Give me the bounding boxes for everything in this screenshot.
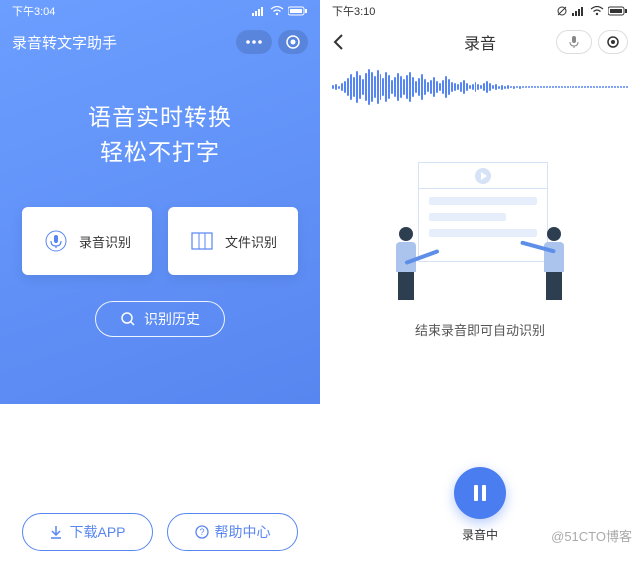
download-icon [49,525,63,539]
help-icon: ? [195,525,209,539]
wifi-icon [270,6,284,16]
pause-recording-button[interactable] [454,467,506,519]
history-button[interactable]: 识别历史 [95,301,225,337]
status-bar: 下午3:10 [320,0,640,22]
pause-icon [474,485,486,501]
watermark: @51CTO博客 [551,526,632,545]
hero-text: 语音实时转换 轻松不打字 [0,62,320,207]
person-left-icon [386,227,426,302]
audio-waveform [320,62,640,112]
status-bar: 下午3:04 [0,0,320,22]
status-time: 下午3:04 [12,3,55,19]
signal-icon [252,6,266,16]
app-header: 录音转文字助手 [0,22,320,62]
wifi-icon [590,6,604,16]
mic-header-button[interactable] [556,30,592,54]
hero-line-1: 语音实时转换 [0,100,320,135]
svg-text:?: ? [199,527,204,537]
search-icon [120,311,136,327]
hero-line-2: 轻松不打字 [0,135,320,170]
app-title: 录音转文字助手 [12,32,117,53]
download-app-button[interactable]: 下载APP [22,513,153,551]
target-button[interactable] [278,30,308,54]
person-right-icon [534,227,574,302]
record-card-label: 录音识别 [79,232,131,251]
file-recognition-card[interactable]: 文件识别 [168,207,298,275]
illustration [370,162,590,302]
help-label: 帮助中心 [215,522,271,542]
status-time: 下午3:10 [332,3,375,19]
help-center-button[interactable]: ? 帮助中心 [167,513,298,551]
download-label: 下载APP [69,522,125,542]
history-label: 识别历史 [144,309,200,329]
menu-dots-button[interactable] [236,30,272,54]
phone-screen-right: 下午3:10 录音 [320,0,640,567]
record-recognition-card[interactable]: 录音识别 [22,207,152,275]
recording-header: 录音 [320,22,640,62]
battery-icon [608,6,628,16]
signal-icon [572,6,586,16]
microphone-icon [43,228,69,254]
phone-screen-left: 下午3:04 录音转文字助手 [0,0,320,567]
file-card-label: 文件识别 [225,232,277,251]
target-header-button[interactable] [598,30,628,54]
page-title: 录音 [464,30,496,54]
mute-icon [556,6,568,16]
battery-icon [288,6,308,16]
caption-text: 结束录音即可自动识别 [320,320,640,339]
recording-status: 录音中 [462,526,498,543]
back-button[interactable] [332,33,356,51]
file-grid-icon [189,228,215,254]
